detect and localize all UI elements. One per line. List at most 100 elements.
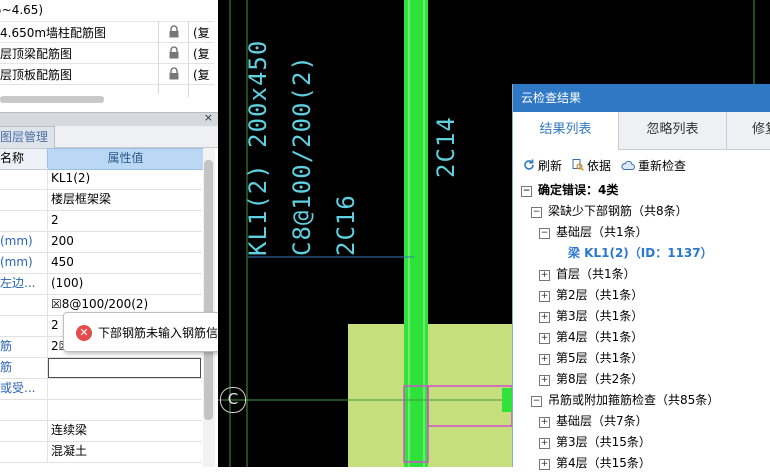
recheck-button[interactable]: 重新检查 [621, 157, 686, 174]
column-header-name: 名称 [0, 148, 48, 170]
results-toolbar: 刷新 依据 重新检查 [513, 149, 770, 181]
expand-icon[interactable]: + [539, 354, 550, 365]
tooltip-message: 下部钢筋未输入钢筋信息 [98, 326, 218, 340]
tab-layer-management[interactable]: 图层管理 [0, 126, 55, 150]
property-name: 筋 [0, 357, 48, 378]
basis-button[interactable]: 依据 [572, 157, 611, 174]
property-name [0, 168, 48, 189]
expand-icon[interactable]: + [539, 375, 550, 386]
drawing-name: 层顶板配筋图 [0, 68, 73, 82]
tree-node[interactable]: + 第8层（共2条） [539, 369, 643, 389]
tree-node[interactable]: + 第4层（共1条） [539, 327, 643, 347]
expand-icon[interactable]: + [539, 270, 550, 281]
table-row[interactable]: 楼层框架梁 [0, 189, 202, 211]
table-row[interactable]: (mm) 450 [0, 252, 202, 274]
tree-node[interactable]: + 第3层（共15条） [539, 432, 651, 452]
drawing-list-item[interactable] [0, 84, 214, 97]
table-row[interactable]: 左边... (100) [0, 273, 202, 295]
property-value[interactable]: 2 [51, 210, 201, 231]
cloud-check-results-panel: 云检查结果 结果列表 忽略列表 修复 刷新 依据 重新检查 −确定错误：4类 −… [512, 84, 770, 470]
horizontal-scrollbar[interactable] [0, 96, 104, 103]
table-row[interactable]: 连续梁 [0, 420, 202, 442]
expand-icon[interactable]: + [539, 417, 550, 428]
collapse-icon[interactable]: − [539, 228, 550, 239]
drawing-list-item[interactable]: 5~4.65) [0, 0, 214, 22]
lock-icon[interactable] [158, 42, 189, 63]
tree-node-label: 基础层（共7条） [556, 414, 648, 428]
collapse-icon[interactable]: − [521, 186, 532, 197]
table-row[interactable]: 筋 [0, 357, 202, 379]
results-tabs: 结果列表 忽略列表 修复 [513, 112, 770, 150]
tree-node-label: 第4层（共15条） [556, 456, 651, 470]
tree-node-label: 第3层（共1条） [556, 309, 644, 323]
bottom-rebar-input[interactable] [48, 358, 201, 378]
collapse-icon[interactable]: − [531, 207, 542, 218]
property-name [0, 189, 48, 210]
tree-node[interactable]: + 首层（共1条） [539, 264, 636, 284]
cloud-icon [621, 160, 635, 170]
property-value[interactable]: 混凝土 [51, 441, 201, 462]
expand-icon[interactable]: + [539, 333, 550, 344]
property-value[interactable]: (100) [51, 273, 201, 294]
close-icon[interactable]: × [204, 111, 213, 124]
property-value[interactable]: KL1(2) [51, 168, 201, 189]
property-value[interactable] [51, 399, 201, 420]
tab-repair[interactable]: 修复 [727, 112, 770, 149]
property-name [0, 294, 48, 315]
scrollbar-thumb[interactable] [204, 160, 213, 420]
collapse-icon[interactable]: − [531, 396, 542, 407]
refresh-button[interactable]: 刷新 [523, 157, 562, 174]
document-search-icon [572, 159, 584, 171]
tree-node[interactable]: − 吊筋或附加箍筋检查（共85条） [531, 390, 719, 410]
expand-icon[interactable]: + [539, 438, 550, 449]
property-value[interactable]: 连续梁 [51, 420, 201, 441]
error-tooltip: ✕ 下部钢筋未输入钢筋信息 × [63, 312, 218, 352]
property-name: (mm) [0, 231, 48, 252]
tab-ignore-list[interactable]: 忽略列表 [619, 112, 727, 149]
lock-icon[interactable] [158, 63, 189, 84]
table-row[interactable]: KL1(2) [0, 168, 202, 190]
table-row[interactable]: 2 [0, 210, 202, 232]
expand-icon[interactable]: + [539, 291, 550, 302]
drawing-list-item[interactable]: 层顶板配筋图 (复 [0, 63, 214, 87]
tree-node[interactable]: + 基础层（共7条） [539, 411, 648, 431]
basis-label: 依据 [587, 159, 612, 173]
drawing-list-item[interactable]: 4.650m墙柱配筋图 (复 [0, 21, 214, 45]
table-row[interactable]: 或受... [0, 378, 202, 400]
drawing-name: 4.650m墙柱配筋图 [0, 26, 107, 40]
tree-node-label: 梁 KL1(2)（ID：1137） [568, 246, 713, 260]
tree-node[interactable]: − 梁缺少下部钢筋（共8条） [531, 201, 688, 221]
tree-node[interactable]: + 第3层（共1条） [539, 306, 643, 326]
property-value[interactable]: 200 [51, 231, 201, 252]
refresh-icon [524, 159, 534, 170]
column-header-value: 属性值 [47, 148, 204, 170]
tree-node-label: 第4层（共1条） [556, 330, 644, 344]
tab-result-list[interactable]: 结果列表 [513, 112, 619, 150]
tree-node[interactable]: + 第2层（共1条） [539, 285, 643, 305]
property-value[interactable]: 楼层框架梁 [51, 189, 201, 210]
expand-icon[interactable]: + [539, 312, 550, 323]
lock-icon[interactable] [158, 84, 189, 94]
table-row[interactable]: 混凝土 [0, 441, 202, 463]
slab-region [348, 324, 528, 467]
table-row[interactable]: (mm) 200 [0, 231, 202, 253]
property-name [0, 399, 48, 420]
property-value[interactable] [51, 378, 201, 399]
tree-node[interactable]: + 第5层（共1条） [539, 348, 643, 368]
axis-marker[interactable]: C [220, 387, 246, 413]
tree-node[interactable]: + 第4层（共15条） [539, 453, 651, 473]
tree-node-label: 第8层（共2条） [556, 372, 644, 386]
lock-icon[interactable] [158, 21, 189, 42]
drawing-name: 5~4.65) [0, 3, 44, 17]
recheck-label: 重新检查 [638, 159, 687, 173]
tree-node-beam-link[interactable]: 梁 KL1(2)（ID：1137） [568, 243, 713, 263]
drawing-list-item[interactable]: 层顶梁配筋图 (复 [0, 42, 214, 66]
expand-icon[interactable]: + [539, 459, 550, 470]
tree-node[interactable]: − 确定错误：4类 [521, 180, 618, 200]
tree-node-label: 首层（共1条） [556, 267, 636, 281]
tree-node[interactable]: − 基础层（共1条） [539, 222, 648, 242]
property-value[interactable]: 450 [51, 252, 201, 273]
table-row[interactable] [0, 399, 202, 421]
property-panel-titlebar: × [0, 111, 218, 126]
tree-node-label: 第3层（共15条） [556, 435, 651, 449]
